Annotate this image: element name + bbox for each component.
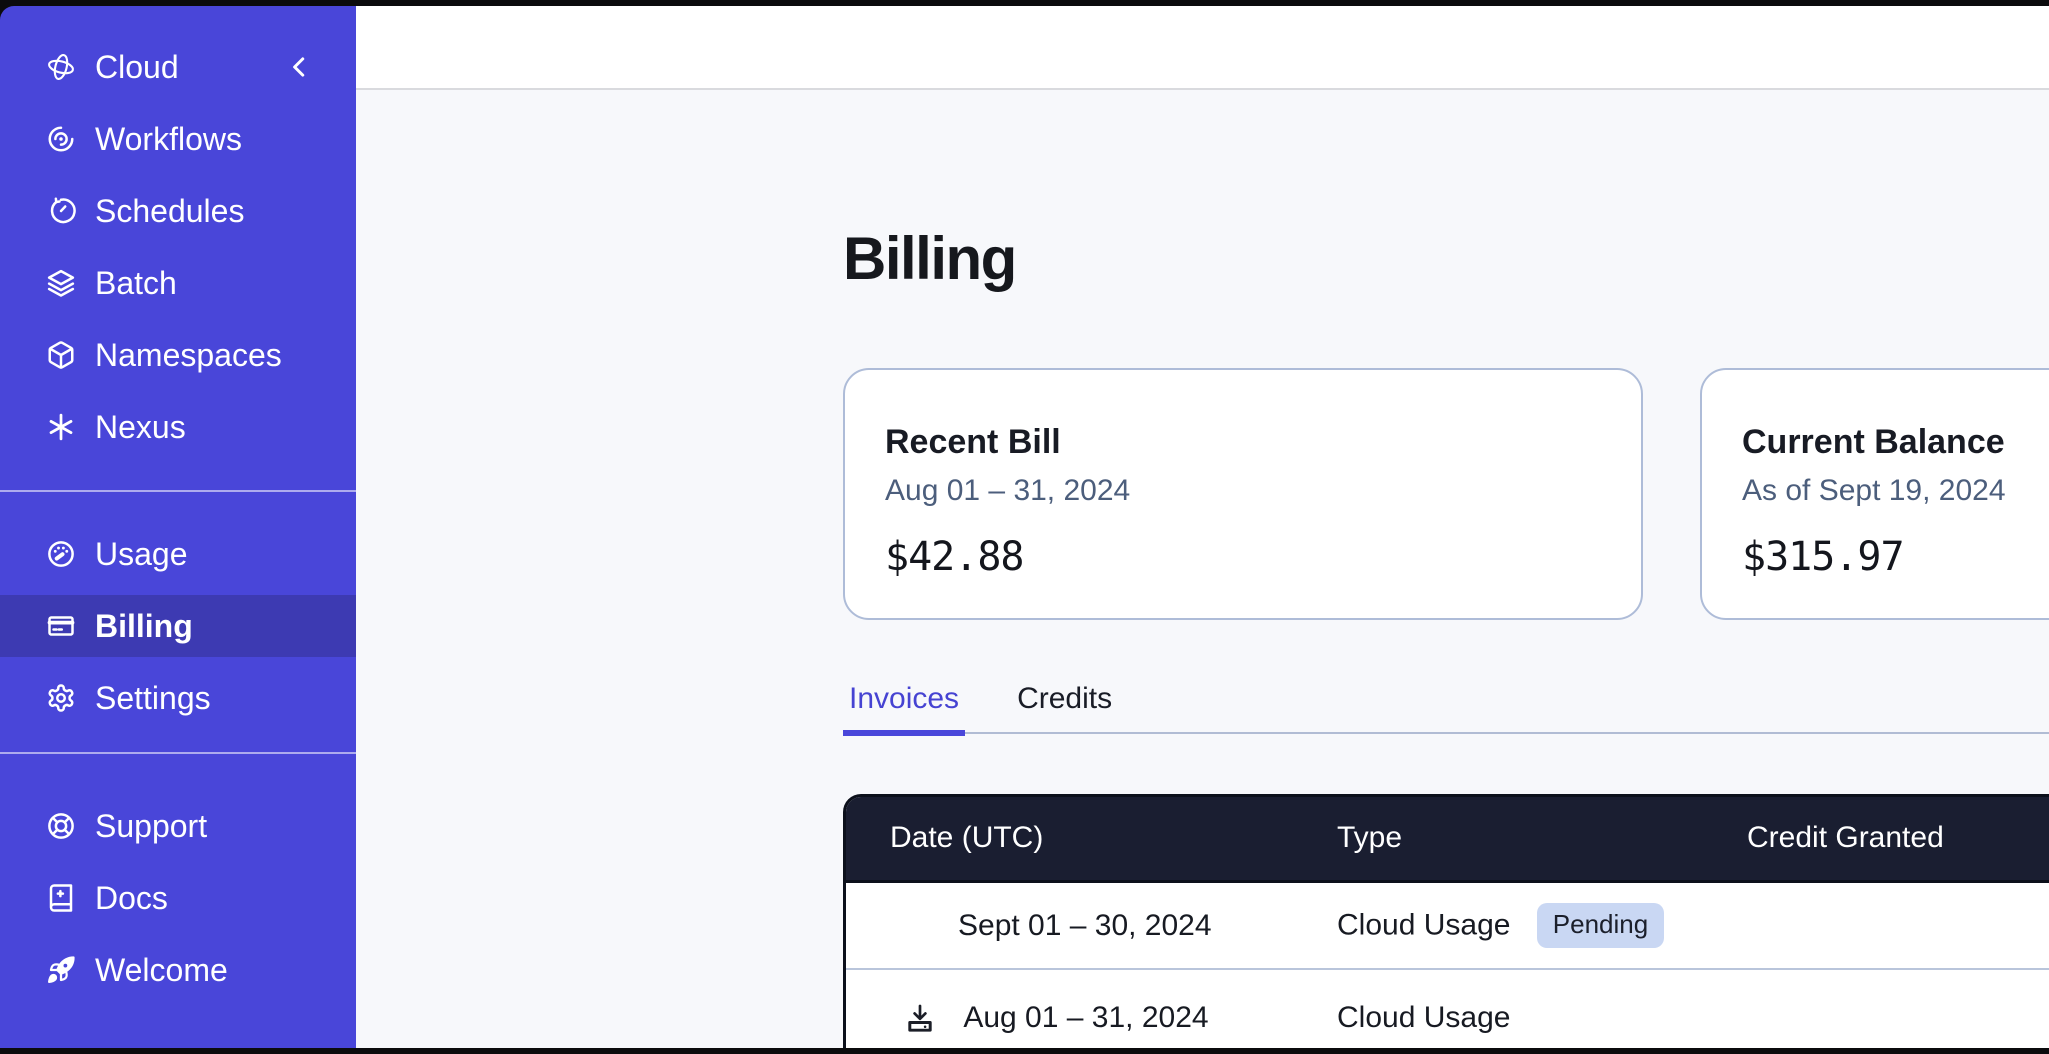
sidebar-item-cloud[interactable]: Cloud bbox=[0, 36, 356, 98]
layers-icon bbox=[46, 268, 76, 298]
invoice-date-cell: Aug 01 – 31, 2024 bbox=[846, 969, 1337, 1048]
invoice-type-cell: Cloud Usage Pending bbox=[1337, 881, 1747, 969]
invoice-row: Sept 01 – 30, 2024 Cloud Usage Pending bbox=[846, 881, 2049, 969]
temporal-logo-icon bbox=[46, 52, 76, 82]
card-title: Recent Bill bbox=[885, 420, 1601, 464]
sidebar-item-label: Docs bbox=[95, 880, 168, 917]
sidebar-item-label: Workflows bbox=[95, 121, 242, 158]
card-subtitle: Aug 01 – 31, 2024 bbox=[885, 472, 1601, 510]
billing-page: Billing Recent Bill Aug 01 – 31, 2024 $4… bbox=[356, 90, 2049, 1048]
chevron-left-icon bbox=[284, 52, 314, 82]
cube-icon bbox=[46, 340, 76, 370]
status-badge-pending: Pending bbox=[1537, 903, 1664, 948]
sidebar-item-usage[interactable]: Usage bbox=[0, 523, 356, 585]
sidebar-item-label: Cloud bbox=[95, 49, 179, 86]
billing-tabs: Invoices Credits bbox=[843, 682, 2049, 734]
collapse-sidebar-button[interactable] bbox=[284, 52, 314, 82]
credit-card-icon bbox=[46, 611, 76, 641]
column-header-credit-granted: Credit Granted bbox=[1747, 797, 2049, 881]
card-title: Current Balance bbox=[1742, 420, 2049, 464]
sidebar-item-label: Settings bbox=[95, 680, 211, 717]
rocket-icon bbox=[46, 955, 76, 985]
current-balance-card: Current Balance As of Sept 19, 2024 $315… bbox=[1700, 368, 2049, 620]
sidebar-item-label: Welcome bbox=[95, 952, 228, 989]
sidebar: Cloud Workflows Schedules bbox=[0, 6, 356, 1048]
sidebar-item-workflows[interactable]: Workflows bbox=[0, 108, 356, 170]
invoice-credit-granted-cell bbox=[1747, 881, 2049, 969]
sidebar-item-label: Schedules bbox=[95, 193, 244, 230]
sidebar-item-label: Batch bbox=[95, 265, 177, 302]
invoice-date: Sept 01 – 30, 2024 bbox=[958, 909, 1212, 942]
card-amount: $42.88 bbox=[885, 534, 1601, 580]
invoice-type: Cloud Usage bbox=[1337, 1001, 1510, 1034]
invoice-date-cell: Sept 01 – 30, 2024 bbox=[846, 881, 1337, 969]
sidebar-item-batch[interactable]: Batch bbox=[0, 252, 356, 314]
gear-icon bbox=[46, 683, 76, 713]
column-header-date: Date (UTC) bbox=[846, 797, 1337, 881]
sidebar-item-label: Namespaces bbox=[95, 337, 282, 374]
invoice-date: Aug 01 – 31, 2024 bbox=[963, 1001, 1208, 1034]
sidebar-item-namespaces[interactable]: Namespaces bbox=[0, 324, 356, 386]
sidebar-item-label: Support bbox=[95, 808, 207, 845]
invoice-type-cell: Cloud Usage bbox=[1337, 969, 1747, 1048]
asterisk-icon bbox=[46, 412, 76, 442]
sidebar-item-label: Usage bbox=[95, 536, 188, 573]
invoice-type: Cloud Usage bbox=[1337, 908, 1510, 941]
sidebar-item-welcome[interactable]: Welcome bbox=[0, 939, 356, 1001]
tab-invoices[interactable]: Invoices bbox=[843, 682, 965, 736]
summary-cards: Recent Bill Aug 01 – 31, 2024 $42.88 Cur… bbox=[843, 368, 2049, 620]
page-title: Billing bbox=[843, 223, 2049, 295]
app-window: Cloud Workflows Schedules bbox=[0, 6, 2049, 1048]
invoice-credit-granted-cell bbox=[1747, 969, 2049, 1048]
schedules-icon bbox=[46, 196, 76, 226]
sidebar-divider bbox=[0, 752, 356, 754]
invoices-table: Date (UTC) Type Credit Granted Sept 01 –… bbox=[843, 794, 2049, 1048]
card-subtitle: As of Sept 19, 2024 bbox=[1742, 472, 2049, 510]
table-header-row: Date (UTC) Type Credit Granted bbox=[846, 797, 2049, 881]
book-icon bbox=[46, 883, 76, 913]
sidebar-item-support[interactable]: Support bbox=[0, 795, 356, 857]
invoice-row: Aug 01 – 31, 2024 Cloud Usage bbox=[846, 969, 2049, 1048]
lifebuoy-icon bbox=[46, 811, 76, 841]
main-area: Billing Recent Bill Aug 01 – 31, 2024 $4… bbox=[356, 6, 2049, 1048]
sidebar-item-settings[interactable]: Settings bbox=[0, 667, 356, 729]
sidebar-item-nexus[interactable]: Nexus bbox=[0, 396, 356, 458]
topbar bbox=[356, 6, 2049, 90]
card-amount: $315.97 bbox=[1742, 534, 2049, 580]
workflows-icon bbox=[46, 124, 76, 154]
download-invoice-button[interactable] bbox=[903, 1001, 937, 1035]
sidebar-item-label: Billing bbox=[95, 608, 193, 645]
column-header-type: Type bbox=[1337, 797, 1747, 881]
sidebar-divider bbox=[0, 490, 356, 492]
recent-bill-card: Recent Bill Aug 01 – 31, 2024 $42.88 bbox=[843, 368, 1643, 620]
sidebar-item-schedules[interactable]: Schedules bbox=[0, 180, 356, 242]
sidebar-item-billing[interactable]: Billing bbox=[0, 595, 356, 657]
tab-credits[interactable]: Credits bbox=[1011, 682, 1118, 736]
sidebar-item-label: Nexus bbox=[95, 409, 186, 446]
sidebar-item-docs[interactable]: Docs bbox=[0, 867, 356, 929]
download-icon bbox=[903, 1001, 937, 1035]
gauge-icon bbox=[46, 539, 76, 569]
